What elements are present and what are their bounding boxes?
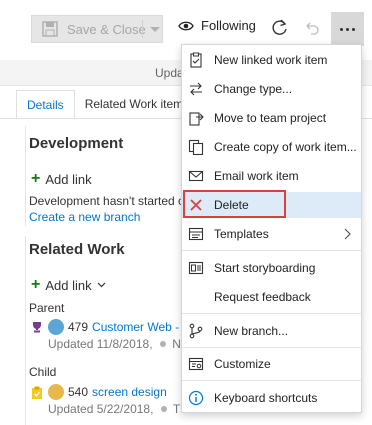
parent-label: Parent <box>29 301 65 315</box>
menu-item-email-work-item[interactable]: Email work item <box>182 163 361 189</box>
task-clipboard-icon <box>32 386 42 399</box>
menu-item-label: Email work item <box>214 169 299 183</box>
templates-icon <box>188 227 204 241</box>
following-button[interactable]: Following <box>178 18 256 33</box>
parent-item-id: 479 <box>68 320 89 334</box>
child-item-title[interactable]: screen design <box>92 385 167 399</box>
menu-item-new-linked-work-item[interactable]: New linked work item <box>182 47 361 73</box>
save-and-close-label: Save & Close <box>67 21 146 37</box>
trophy-icon <box>33 322 41 333</box>
child-item-updated: Updated 5/22/2018, T <box>48 402 180 416</box>
child-updated-text: Updated 5/22/2018, <box>48 402 154 416</box>
development-status: Development hasn't started o <box>29 194 185 208</box>
parent-item-updated: Updated 11/8/2018, N <box>48 337 181 351</box>
tab-related-work-items[interactable]: Related Work item <box>75 90 193 118</box>
menu-item-label: Move to team project <box>214 111 327 125</box>
save-and-close-button[interactable]: Save & Close <box>31 15 163 43</box>
change-type-icon <box>190 82 202 96</box>
add-link-label: Add link <box>45 277 92 293</box>
child-label: Child <box>29 365 57 379</box>
child-work-item[interactable]: 540 screen design <box>31 384 167 400</box>
form-tabs: Details Related Work item <box>16 90 193 118</box>
save-icon <box>42 21 58 37</box>
menu-item-label: Keyboard shortcuts <box>214 391 318 405</box>
menu-item-label: New linked work item <box>214 53 328 67</box>
branch-icon <box>189 323 203 339</box>
chevron-right-icon <box>344 228 351 240</box>
section-divider <box>25 126 26 226</box>
state-dot-icon <box>160 406 167 412</box>
chevron-down-icon <box>97 282 106 288</box>
parent-state: N <box>172 337 181 351</box>
related-work-add-link[interactable]: + Add link <box>31 277 106 293</box>
parent-work-item[interactable]: 479 Customer Web - <box>31 319 179 335</box>
undo-icon[interactable] <box>305 20 321 36</box>
eye-icon <box>178 21 194 30</box>
menu-item-customize[interactable]: Customize <box>182 351 361 377</box>
menu-item-start-storyboarding[interactable]: Start storyboarding <box>182 255 361 281</box>
parent-item-title[interactable]: Customer Web - <box>92 320 179 334</box>
development-title: Development <box>29 135 124 152</box>
customize-icon <box>188 357 204 371</box>
more-actions-menu: New linked work item Change type... Move… <box>181 44 362 413</box>
menu-item-label: Create copy of work item... <box>214 140 357 154</box>
menu-item-create-copy[interactable]: Create copy of work item... <box>182 134 361 160</box>
plus-icon: + <box>31 170 41 187</box>
updated-text: Upda <box>155 66 184 80</box>
plus-icon: + <box>31 276 41 293</box>
menu-item-label: New branch... <box>214 324 289 338</box>
state-dot-icon <box>159 341 166 347</box>
menu-item-keyboard-shortcuts[interactable]: Keyboard shortcuts <box>182 385 361 411</box>
menu-separator <box>182 380 361 381</box>
storyboard-icon <box>188 261 204 275</box>
menu-separator <box>182 313 361 314</box>
menu-item-request-feedback[interactable]: Request feedback <box>182 284 361 310</box>
copy-work-item-icon <box>188 139 204 155</box>
menu-item-label: Request feedback <box>214 290 311 304</box>
child-item-id: 540 <box>68 385 89 399</box>
split-divider <box>142 20 143 38</box>
section-divider <box>25 236 26 425</box>
development-add-link[interactable]: + Add link <box>31 171 92 187</box>
refresh-icon[interactable] <box>271 19 289 37</box>
related-work-title: Related Work <box>29 241 125 258</box>
ellipsis-icon <box>340 27 343 31</box>
new-linked-work-item-icon <box>190 52 202 68</box>
menu-item-move-to-team-project[interactable]: Move to team project <box>182 105 361 131</box>
avatar <box>48 319 64 335</box>
create-branch-link[interactable]: Create a new branch <box>29 210 140 224</box>
info-icon <box>188 390 204 406</box>
chevron-down-icon[interactable] <box>150 27 160 32</box>
more-actions-button[interactable] <box>331 12 364 46</box>
menu-item-change-type[interactable]: Change type... <box>182 76 361 102</box>
menu-item-label: Start storyboarding <box>214 261 316 275</box>
menu-separator <box>182 250 361 251</box>
delete-highlight-frame <box>183 190 286 218</box>
child-state: T <box>172 402 181 416</box>
menu-item-new-branch[interactable]: New branch... <box>182 318 361 344</box>
avatar <box>48 384 64 400</box>
tab-details[interactable]: Details <box>16 90 75 118</box>
menu-item-label: Change type... <box>214 82 293 96</box>
add-link-label: Add link <box>45 171 92 187</box>
menu-separator <box>182 347 361 348</box>
menu-item-templates[interactable]: Templates <box>182 221 361 247</box>
menu-item-label: Customize <box>214 357 271 371</box>
email-icon <box>188 170 204 182</box>
menu-item-label: Templates <box>214 227 269 241</box>
move-to-team-project-icon <box>189 112 204 126</box>
following-label: Following <box>201 18 256 33</box>
parent-updated-text: Updated 11/8/2018, <box>48 337 153 351</box>
